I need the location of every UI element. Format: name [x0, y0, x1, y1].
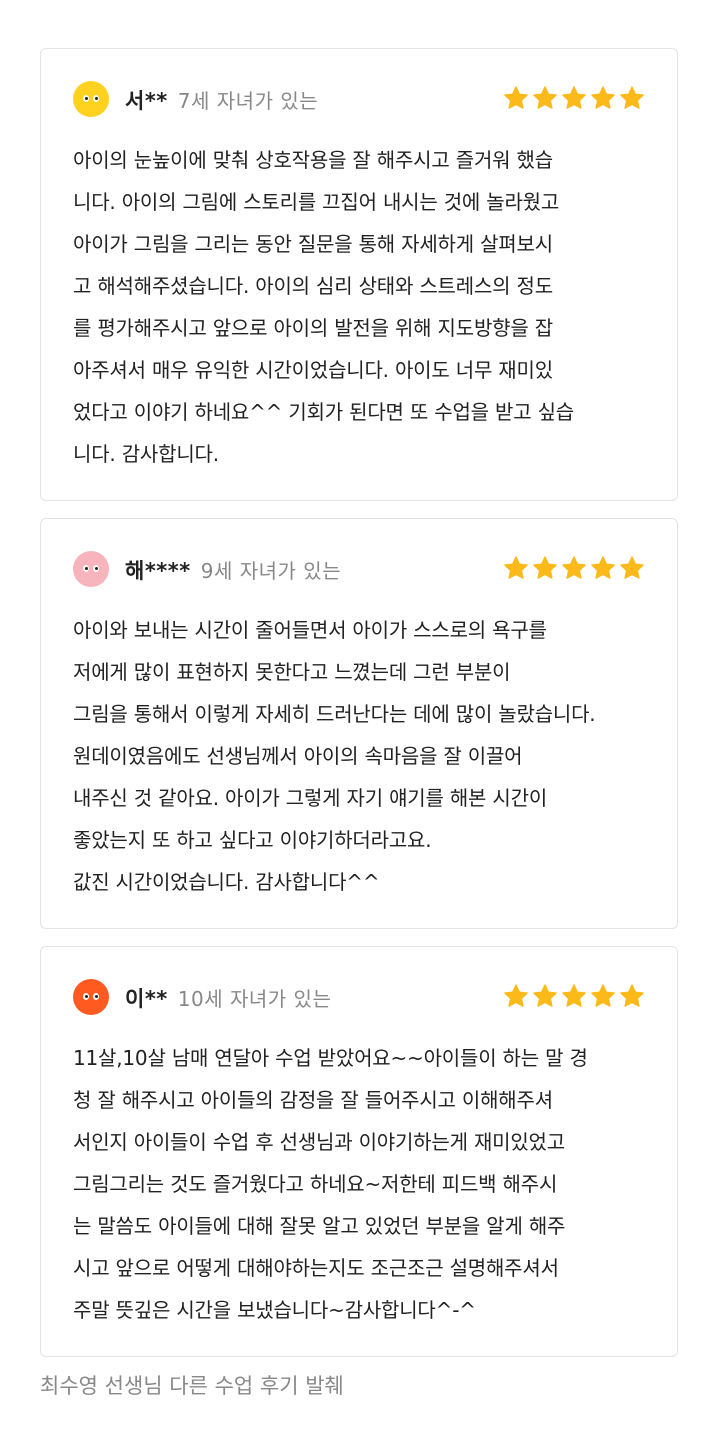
- footer-note: 최수영 선생님 다른 수업 후기 발췌: [40, 1374, 344, 1398]
- review-line: 아이와 보내는 시간이 줄어들면서 아이가 스스로의 욕구를: [73, 618, 547, 642]
- star-rating: [503, 983, 645, 1009]
- star-icon: [591, 984, 615, 1007]
- star-icon: [620, 984, 644, 1007]
- review-line: 좋았는지 또 하고 싶다고 이야기하더라고요.: [73, 828, 432, 852]
- review-line: 저에게 많이 표현하지 못한다고 느꼈는데 그런 부분이: [73, 660, 511, 684]
- star-icon: [504, 984, 528, 1007]
- star-icon: [562, 556, 586, 579]
- review-line: 아이가 그림을 그리는 동안 질문을 통해 자세하게 살펴보시: [73, 232, 553, 256]
- review-line: 내주신 것 같아요. 아이가 그렇게 자기 얘기를 해본 시간이: [73, 786, 548, 810]
- star-icon: [620, 556, 644, 579]
- review-text: 11살,10살 남매 연달아 수업 받았어요~~아이들이 하는 말 경 청 잘 …: [73, 1037, 677, 1331]
- review-header: 이** 10세 자녀가 있는: [73, 977, 645, 1017]
- review-header: 해**** 9세 자녀가 있는: [73, 549, 645, 589]
- star-icon: [533, 86, 557, 109]
- star-rating: [503, 555, 645, 581]
- star-icon: [620, 86, 644, 109]
- yellow-face-icon: [73, 81, 109, 117]
- star-icon: [591, 86, 615, 109]
- review-line: 서인지 아이들이 수업 후 선생님과 이야기하는게 재미있었고: [73, 1130, 565, 1154]
- review-line: 고 해석해주셨습니다. 아이의 심리 상태와 스트레스의 정도: [73, 274, 553, 298]
- star-icon: [504, 556, 528, 579]
- review-card: 서** 7세 자녀가 있는 아이의 눈높이에 맞춰 상호작용을 잘 해주시고 즐거…: [40, 48, 678, 501]
- reviewer-age: 7세 자녀가 있는: [177, 89, 319, 113]
- reviewer-name: 서** 7세 자녀가 있는: [125, 89, 319, 113]
- star-icon: [562, 984, 586, 1007]
- review-text: 아이의 눈높이에 맞춰 상호작용을 잘 해주시고 즐거워 했습 니다. 아이의 …: [73, 139, 677, 475]
- star-icon: [533, 556, 557, 579]
- review-line: 시고 앞으로 어떻게 대해야하는지도 조근조근 설명해주셔서: [73, 1256, 559, 1280]
- review-header: 서** 7세 자녀가 있는: [73, 79, 645, 119]
- star-icon: [504, 86, 528, 109]
- reviewer-name: 이** 10세 자녀가 있는: [125, 987, 332, 1011]
- orange-face-icon: [73, 979, 109, 1015]
- review-line: 니다. 아이의 그림에 스토리를 끄집어 내시는 것에 놀라웠고: [73, 190, 560, 214]
- review-line: 를 평가해주시고 앞으로 아이의 발전을 위해 지도방향을 잡: [73, 316, 553, 340]
- star-icon: [562, 86, 586, 109]
- review-line: 아주셔서 매우 유익한 시간이었습니다. 아이도 너무 재미있: [73, 358, 553, 382]
- review-line: 청 잘 해주시고 아이들의 감정을 잘 들어주시고 이해해주셔: [73, 1088, 553, 1112]
- review-line: 주말 뜻깊은 시간을 보냈습니다~감사합니다^-^: [73, 1298, 476, 1322]
- review-card: 이** 10세 자녀가 있는 11살,10살 남매 연달아 수업 받았어요~~아이…: [40, 946, 678, 1357]
- pink-face-icon: [73, 551, 109, 587]
- reviewer-age: 10세 자녀가 있는: [177, 987, 332, 1011]
- star-rating: [503, 85, 645, 111]
- review-line: 니다. 감사합니다.: [73, 442, 219, 466]
- reviewer-age: 9세 자녀가 있는: [200, 559, 342, 583]
- review-line: 그림을 통해서 이렇게 자세히 드러난다는 데에 많이 놀랐습니다.: [73, 702, 596, 726]
- review-line: 값진 시간이었습니다. 감사합니다^^: [73, 870, 380, 894]
- review-line: 는 말씀도 아이들에 대해 잘못 알고 있었던 부분을 알게 해주: [73, 1214, 566, 1238]
- review-line: 11살,10살 남매 연달아 수업 받았어요~~아이들이 하는 말 경: [73, 1046, 588, 1070]
- review-text: 아이와 보내는 시간이 줄어들면서 아이가 스스로의 욕구를 저에게 많이 표현…: [73, 609, 677, 903]
- reviewer-name: 해**** 9세 자녀가 있는: [125, 559, 342, 583]
- star-icon: [533, 984, 557, 1007]
- review-line: 었다고 이야기 하네요^^ 기회가 된다면 또 수업을 받고 싶습: [73, 400, 574, 424]
- review-line: 아이의 눈높이에 맞춰 상호작용을 잘 해주시고 즐거워 했습: [73, 148, 553, 172]
- star-icon: [591, 556, 615, 579]
- review-line: 원데이였음에도 선생님께서 아이의 속마음을 잘 이끌어: [73, 744, 523, 768]
- review-card: 해**** 9세 자녀가 있는 아이와 보내는 시간이 줄어들면서 아이가 스스로…: [40, 518, 678, 929]
- review-line: 그림그리는 것도 즐거웠다고 하네요~저한테 피드백 해주시: [73, 1172, 558, 1196]
